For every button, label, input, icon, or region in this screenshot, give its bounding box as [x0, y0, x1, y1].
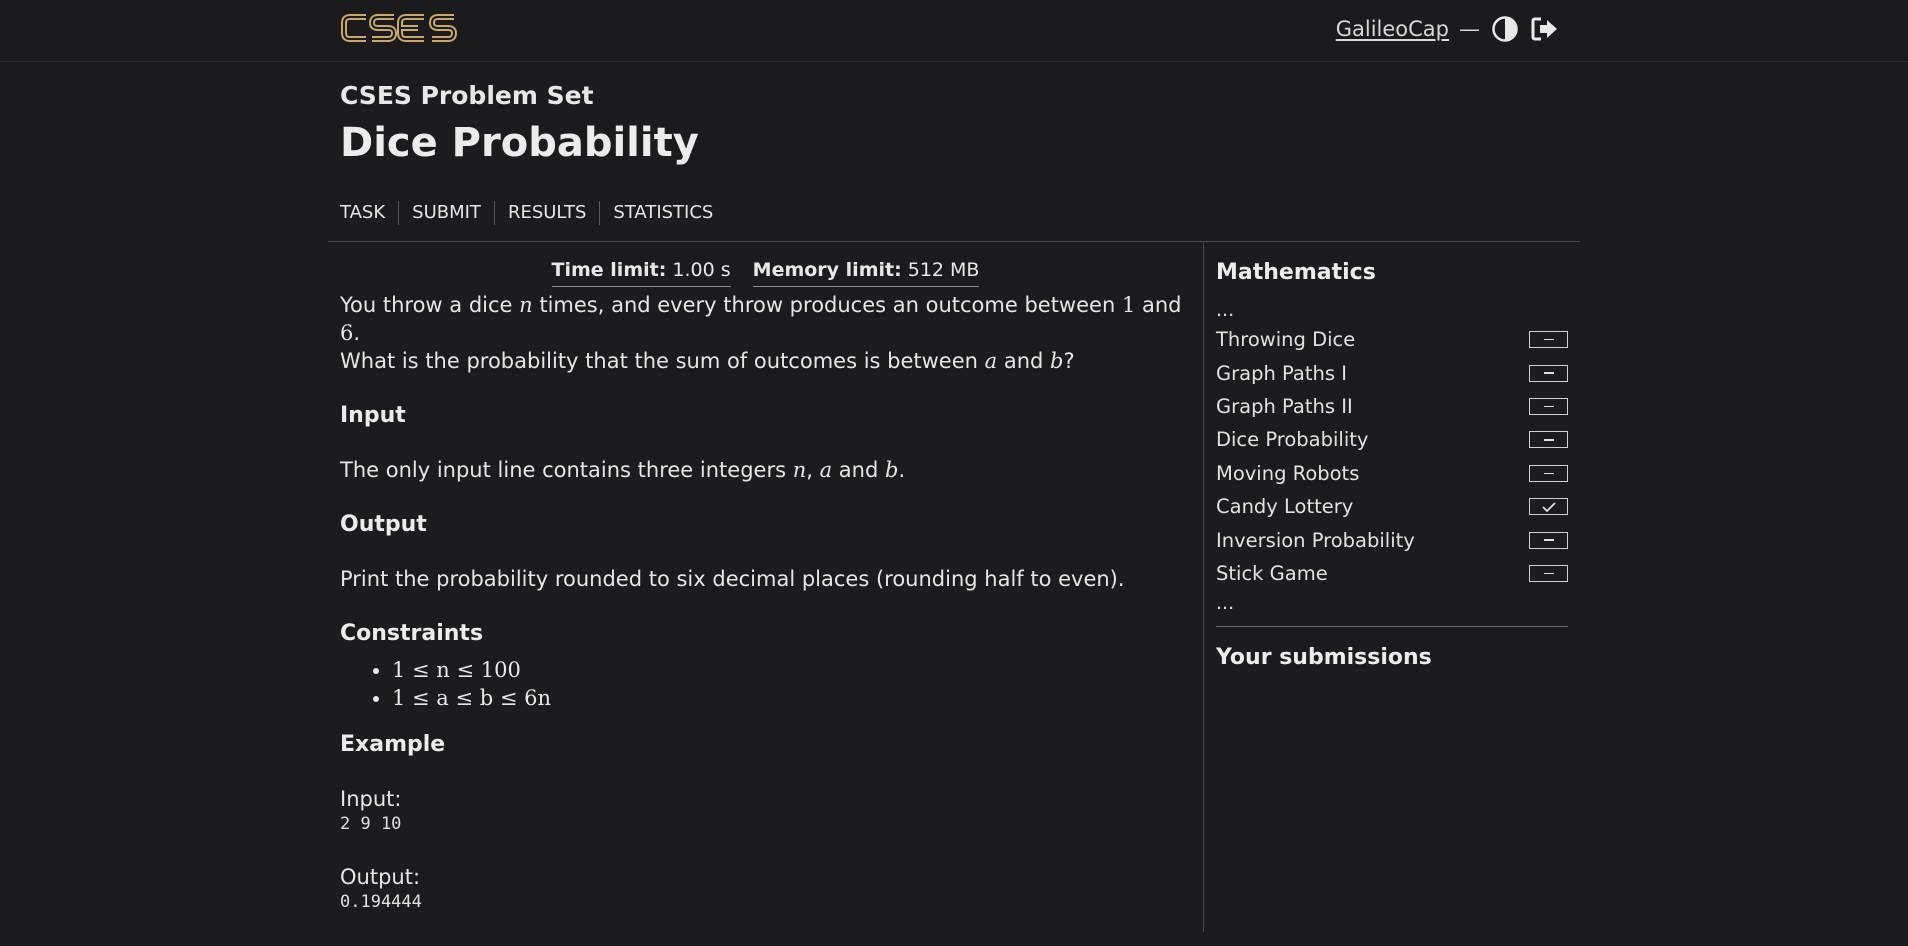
unsolved-status-icon — [1529, 364, 1568, 382]
ellipsis-top: ... — [1216, 299, 1235, 321]
page-title: Dice Probability — [340, 120, 699, 166]
time-limit: Time limit: 1.00 s — [551, 259, 731, 287]
task-link[interactable]: Graph Paths I — [1216, 362, 1347, 385]
list-item: Dice Probability — [1216, 423, 1568, 456]
sidebar: Mathematics ... Throwing Dice Graph Path… — [1204, 242, 1580, 932]
constraints-list: 1 ≤ n ≤ 100 1 ≤ a ≤ b ≤ 6n — [340, 656, 1191, 712]
limits: Time limit: 1.00 s Memory limit: 512 MB — [340, 259, 1191, 287]
ellipsis-bottom: ... — [1216, 592, 1235, 615]
submissions-title: Your submissions — [1216, 645, 1432, 671]
task-link[interactable]: Dice Probability — [1216, 428, 1368, 451]
cses-logo[interactable] — [340, 12, 460, 48]
username-link[interactable]: GalileoCap — [1336, 17, 1449, 41]
logout-icon[interactable] — [1530, 14, 1560, 44]
statement-intro: You throw a dice n times, and every thro… — [340, 291, 1191, 375]
unsolved-status-icon — [1529, 531, 1568, 549]
user-area: GalileoCap — — [1336, 14, 1560, 44]
checkmark-icon — [1529, 498, 1568, 516]
cses-logo-icon — [341, 14, 457, 42]
task-link[interactable]: Moving Robots — [1216, 462, 1359, 485]
tab-task[interactable]: TASK — [340, 201, 398, 225]
tab-results[interactable]: RESULTS — [493, 201, 599, 225]
section-title: Mathematics — [1216, 260, 1376, 285]
task-link[interactable]: Throwing Dice — [1216, 328, 1355, 351]
constraints-heading: Constraints — [340, 621, 484, 646]
top-bar: GalileoCap — — [0, 0, 1908, 62]
task-list: Throwing Dice Graph Paths I Graph Paths … — [1216, 323, 1568, 590]
constraint-item: 1 ≤ a ≤ b ≤ 6n — [392, 684, 1191, 712]
example-output: 0.194444 — [340, 892, 422, 912]
separator: — — [1459, 17, 1480, 41]
list-item: Graph Paths II — [1216, 390, 1568, 423]
unsolved-status-icon — [1529, 431, 1568, 449]
unsolved-status-icon — [1529, 464, 1568, 482]
list-item: Throwing Dice — [1216, 323, 1568, 356]
memory-limit: Memory limit: 512 MB — [752, 259, 980, 287]
tab-statistics[interactable]: STATISTICS — [599, 201, 726, 225]
unsolved-status-icon — [1529, 564, 1568, 582]
unsolved-status-icon — [1529, 397, 1568, 415]
list-item: Stick Game — [1216, 557, 1568, 590]
task-link[interactable]: Stick Game — [1216, 562, 1328, 585]
problem-set-title: CSES Problem Set — [340, 81, 594, 110]
task-statement: Time limit: 1.00 s Memory limit: 512 MB … — [328, 242, 1204, 932]
list-item: Candy Lottery — [1216, 490, 1568, 523]
output-description: Print the probability rounded to six dec… — [340, 567, 1125, 591]
example-heading: Example — [340, 732, 446, 757]
input-description: The only input line contains three integ… — [340, 458, 906, 482]
sidebar-divider — [1216, 626, 1568, 628]
example-input: 2 9 10 — [340, 814, 402, 834]
statement-line-1: You throw a dice n times, and every thro… — [340, 293, 1182, 345]
contrast-icon[interactable] — [1490, 14, 1520, 44]
content-container: CSES Problem Set Dice Probability TASK S… — [328, 62, 1580, 932]
output-heading: Output — [340, 512, 427, 537]
constraint-item: 1 ≤ n ≤ 100 — [392, 656, 1191, 684]
task-link[interactable]: Candy Lottery — [1216, 495, 1353, 518]
statement-line-2: What is the probability that the sum of … — [340, 349, 1075, 373]
task-nav: TASK SUBMIT RESULTS STATISTICS — [328, 198, 1580, 228]
list-item: Inversion Probability — [1216, 523, 1568, 556]
list-item: Moving Robots — [1216, 457, 1568, 490]
unsolved-status-icon — [1529, 331, 1568, 349]
input-heading: Input — [340, 403, 406, 428]
example-input-label: Input: — [340, 787, 402, 811]
task-link[interactable]: Inversion Probability — [1216, 529, 1415, 552]
task-link[interactable]: Graph Paths II — [1216, 395, 1353, 418]
tab-submit[interactable]: SUBMIT — [398, 201, 494, 225]
example-output-label: Output: — [340, 865, 421, 889]
list-item: Graph Paths I — [1216, 356, 1568, 389]
